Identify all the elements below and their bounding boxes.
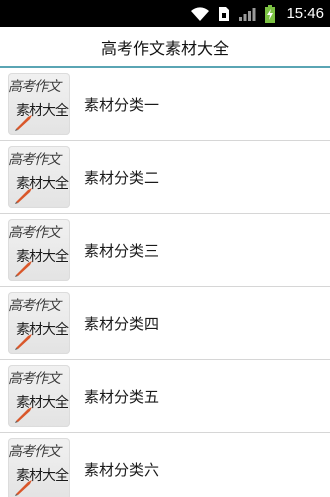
book-cover-thumbnail: 高考作文 素材大全 — [8, 219, 70, 281]
book-cover-thumbnail: 高考作文 素材大全 — [8, 73, 70, 135]
wifi-icon — [190, 6, 210, 22]
category-list: 高考作文 素材大全 素材分类一 高考作文 素材大全 素材分类二 高考作文 素材大… — [0, 68, 330, 497]
sim-icon — [218, 6, 230, 22]
signal-icon — [238, 6, 256, 22]
list-item-label: 素材分类五 — [84, 387, 160, 406]
thumbnail-line1: 高考作文 — [8, 152, 61, 168]
pen-icon — [15, 334, 32, 350]
list-item[interactable]: 高考作文 素材大全 素材分类二 — [0, 141, 330, 214]
book-cover-thumbnail: 高考作文 素材大全 — [8, 438, 70, 497]
clock: 15:46 — [286, 5, 324, 22]
pen-icon — [15, 480, 32, 496]
thumbnail-line1: 高考作文 — [8, 225, 61, 241]
thumbnail-line1: 高考作文 — [8, 371, 61, 387]
thumbnail-line1: 高考作文 — [8, 444, 61, 460]
thumbnail-line1: 高考作文 — [8, 298, 61, 314]
list-item-label: 素材分类六 — [84, 460, 160, 479]
book-cover-thumbnail: 高考作文 素材大全 — [8, 292, 70, 354]
list-item[interactable]: 高考作文 素材大全 素材分类四 — [0, 287, 330, 360]
book-cover-thumbnail: 高考作文 素材大全 — [8, 365, 70, 427]
list-item[interactable]: 高考作文 素材大全 素材分类六 — [0, 433, 330, 497]
pen-icon — [15, 261, 32, 277]
list-item-label: 素材分类四 — [84, 314, 160, 333]
status-bar: 15:46 — [0, 0, 330, 27]
list-item-label: 素材分类一 — [84, 95, 160, 114]
book-cover-thumbnail: 高考作文 素材大全 — [8, 146, 70, 208]
list-item[interactable]: 高考作文 素材大全 素材分类三 — [0, 214, 330, 287]
pen-icon — [15, 188, 32, 204]
pen-icon — [15, 407, 32, 423]
pen-icon — [15, 115, 32, 131]
app-title-bar: 高考作文素材大全 — [0, 27, 330, 68]
list-item[interactable]: 高考作文 素材大全 素材分类一 — [0, 68, 330, 141]
list-item[interactable]: 高考作文 素材大全 素材分类五 — [0, 360, 330, 433]
list-item-label: 素材分类三 — [84, 241, 160, 260]
page-title: 高考作文素材大全 — [100, 38, 229, 58]
battery-charging-icon — [264, 4, 276, 23]
list-item-label: 素材分类二 — [84, 168, 160, 187]
thumbnail-line1: 高考作文 — [8, 79, 61, 95]
